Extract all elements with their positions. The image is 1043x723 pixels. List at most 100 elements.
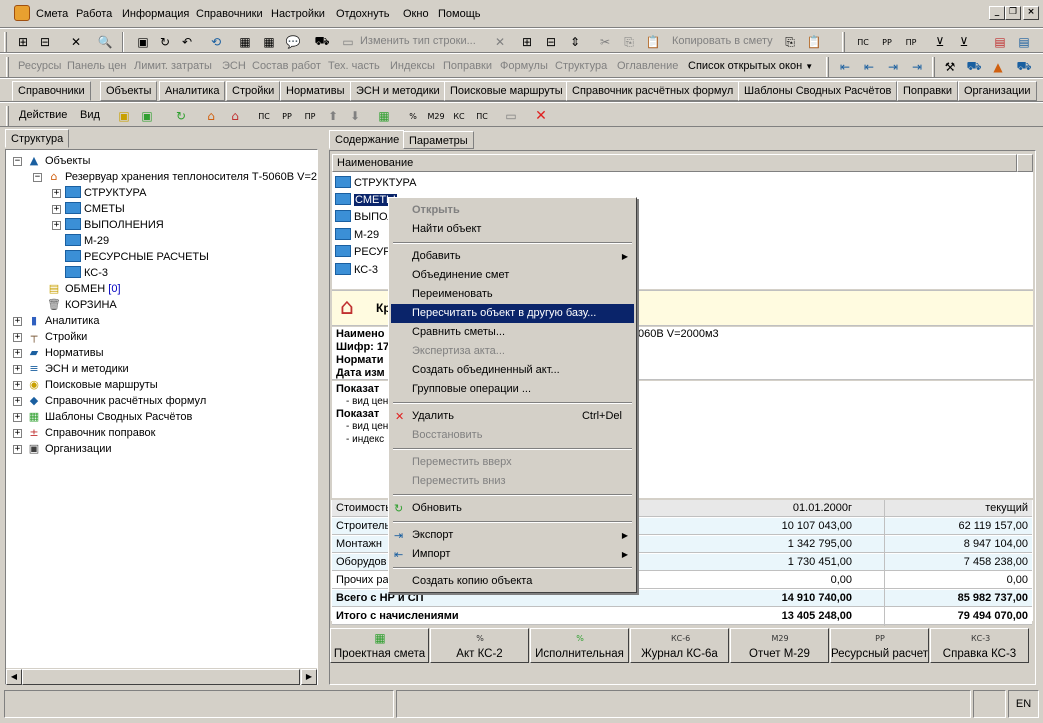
report-m29-button[interactable]: М29 Отчет М-29	[730, 628, 829, 663]
car2-icon[interactable]: ⛟	[1014, 57, 1034, 77]
tree-item-completions[interactable]: ВЫПОЛНЕНИЯ	[65, 217, 164, 233]
project-estimate-button[interactable]: ▦ Проектная смета	[330, 628, 429, 663]
menu-help[interactable]: Помощь	[435, 5, 484, 23]
grid-green-icon[interactable]: ▦	[374, 106, 394, 126]
ks2-icon[interactable]: %	[403, 106, 423, 126]
menu-move-up[interactable]: Переместить вверх	[391, 453, 634, 472]
menu-import[interactable]: ⇤ Импорт ▶	[391, 545, 634, 564]
arrow-up-icon[interactable]: ⬆	[323, 106, 343, 126]
link-limits[interactable]: Лимит. затраты	[134, 60, 212, 72]
pile-icon[interactable]: ▲	[988, 57, 1008, 77]
align3-icon[interactable]: ⇥	[883, 57, 903, 77]
tree-item-routes[interactable]: ◉ Поисковые маршруты	[26, 377, 158, 393]
menu-references[interactable]: Справочники	[193, 5, 266, 23]
tree-item-ks3[interactable]: КС-3	[65, 265, 108, 281]
car-icon[interactable]: ⛟	[312, 32, 332, 52]
pr-icon[interactable]: ПР	[901, 32, 921, 52]
tree-item-exchange[interactable]: ▤ ОБМЕН [0]	[46, 281, 121, 297]
tab-organizations[interactable]: Организации	[958, 81, 1037, 101]
house-icon[interactable]: ⌂	[201, 106, 221, 126]
menu-compare[interactable]: Сравнить сметы...	[391, 323, 634, 342]
align-icon[interactable]: ⇤	[835, 57, 855, 77]
menu-group-ops[interactable]: Групповые операции ...	[391, 380, 634, 399]
menu-smeta[interactable]: Смета	[33, 5, 71, 23]
tree-item-templates[interactable]: ▦ Шаблоны Сводных Расчётов	[26, 409, 193, 425]
menu-merge[interactable]: Объединение смет	[391, 266, 634, 285]
tree-item-constructions[interactable]: ┬ Стройки	[26, 329, 88, 345]
menu-expertise[interactable]: Экспертиза акта...	[391, 342, 634, 361]
menu-export[interactable]: ⇥ Экспорт ▶	[391, 526, 634, 545]
scroll-thumb[interactable]	[22, 669, 300, 685]
link-indexes[interactable]: Индексы	[390, 60, 435, 72]
tab-formulas[interactable]: Справочник расчётных формул	[566, 81, 740, 101]
expander-icon[interactable]: +	[13, 365, 22, 374]
expander-icon[interactable]: +	[52, 205, 61, 214]
link-works[interactable]: Состав работ	[252, 60, 321, 72]
tab-analytics[interactable]: Аналитика	[159, 81, 226, 101]
tab-normatives[interactable]: Нормативы	[280, 81, 351, 101]
scroll-right-icon[interactable]: ▶	[301, 669, 317, 685]
expander-icon[interactable]: +	[13, 429, 22, 438]
restore-button[interactable]: ❐	[1005, 6, 1021, 20]
filter2-icon[interactable]: ⊻	[954, 32, 974, 52]
tree-item-analytics[interactable]: ▮ Аналитика	[26, 313, 99, 329]
ps-icon[interactable]: ПС	[853, 32, 873, 52]
expander-icon[interactable]: +	[13, 397, 22, 406]
truck-icon[interactable]: ⛟	[964, 57, 984, 77]
undo-icon[interactable]: ↶	[177, 32, 197, 52]
comment-icon[interactable]: 💬	[283, 32, 303, 52]
ps3-icon[interactable]: ПС	[472, 106, 492, 126]
expander-icon[interactable]: +	[13, 381, 22, 390]
menu-info[interactable]: Информация	[119, 5, 192, 23]
cancel-icon[interactable]: ✕	[490, 32, 510, 52]
hierarchy2-icon[interactable]: ⊟	[541, 32, 561, 52]
copy-est-icon[interactable]: ⎘	[780, 32, 800, 52]
menu-refresh[interactable]: ↻ Обновить	[391, 499, 634, 518]
expander-icon[interactable]: −	[13, 157, 22, 166]
tab-esn[interactable]: ЭСН и методики	[350, 81, 446, 101]
language-indicator[interactable]: EN	[1008, 690, 1039, 718]
menu-find-object[interactable]: Найти объект	[391, 220, 634, 239]
tab-corrections[interactable]: Поправки	[897, 81, 959, 101]
menu-recalc-base[interactable]: Пересчитать объект в другую базу...	[391, 304, 634, 323]
tree-item-basket[interactable]: 🗑 КОРЗИНА	[46, 297, 117, 313]
tree-item-estimates[interactable]: СМЕТЫ	[65, 201, 125, 217]
tab-search-routes[interactable]: Поисковые маршруты	[444, 81, 569, 101]
expander-icon[interactable]: +	[52, 221, 61, 230]
list-item[interactable]: М-29	[335, 227, 379, 243]
filter-icon[interactable]: ⊻	[930, 32, 950, 52]
align4-icon[interactable]: ⇥	[907, 57, 927, 77]
close-doc-icon[interactable]: ✕	[66, 32, 86, 52]
expander-icon[interactable]: +	[13, 349, 22, 358]
change-type-button[interactable]: Изменить тип строки...	[360, 35, 476, 47]
tab-parameters[interactable]: Параметры	[403, 131, 474, 149]
expander-icon[interactable]: +	[52, 189, 61, 198]
list-item[interactable]: КС-3	[335, 262, 378, 278]
link-corrections[interactable]: Поправки	[443, 60, 492, 72]
tree-item-objects[interactable]: ▲ Объекты	[26, 153, 91, 169]
table-row-total[interactable]: Итого с начислениями 13 405 248,00 79 49…	[332, 608, 1032, 625]
splitter[interactable]	[320, 129, 324, 687]
tree-icon[interactable]: ⊞	[13, 32, 33, 52]
tree-item-organizations[interactable]: ▣ Организации	[26, 441, 112, 457]
save-icon[interactable]: ▣	[133, 32, 153, 52]
copy-icon[interactable]: ⎘	[619, 32, 639, 52]
open-windows-dropdown[interactable]: Список открытых окон ▼	[688, 60, 813, 72]
menu-add[interactable]: Добавить ▶	[391, 247, 634, 266]
rr2-icon[interactable]: РР	[277, 106, 297, 126]
menu-delete[interactable]: ✕ Удалить Ctrl+Del	[391, 407, 634, 426]
paste-est-icon[interactable]: 📋	[804, 32, 824, 52]
close-button[interactable]: ×	[1023, 6, 1039, 20]
ks3-icon[interactable]: КС	[449, 106, 469, 126]
grid2-icon[interactable]: ▦	[259, 32, 279, 52]
h-scrollbar[interactable]: ◀ ▶	[6, 668, 317, 685]
menu-rename[interactable]: Переименовать	[391, 285, 634, 304]
link-formulas[interactable]: Формулы	[500, 60, 548, 72]
books2-icon[interactable]: ▤	[1014, 32, 1034, 52]
search-icon[interactable]: 🔍	[95, 32, 115, 52]
paste-icon[interactable]: 📋	[643, 32, 663, 52]
tree-item-structure[interactable]: СТРУКТУРА	[65, 185, 146, 201]
certificate-ks3-button[interactable]: КС-3 Справка КС-3	[930, 628, 1029, 663]
list-item[interactable]: ВЫПОЛ	[335, 209, 395, 225]
props-icon[interactable]: ▭	[501, 106, 521, 126]
